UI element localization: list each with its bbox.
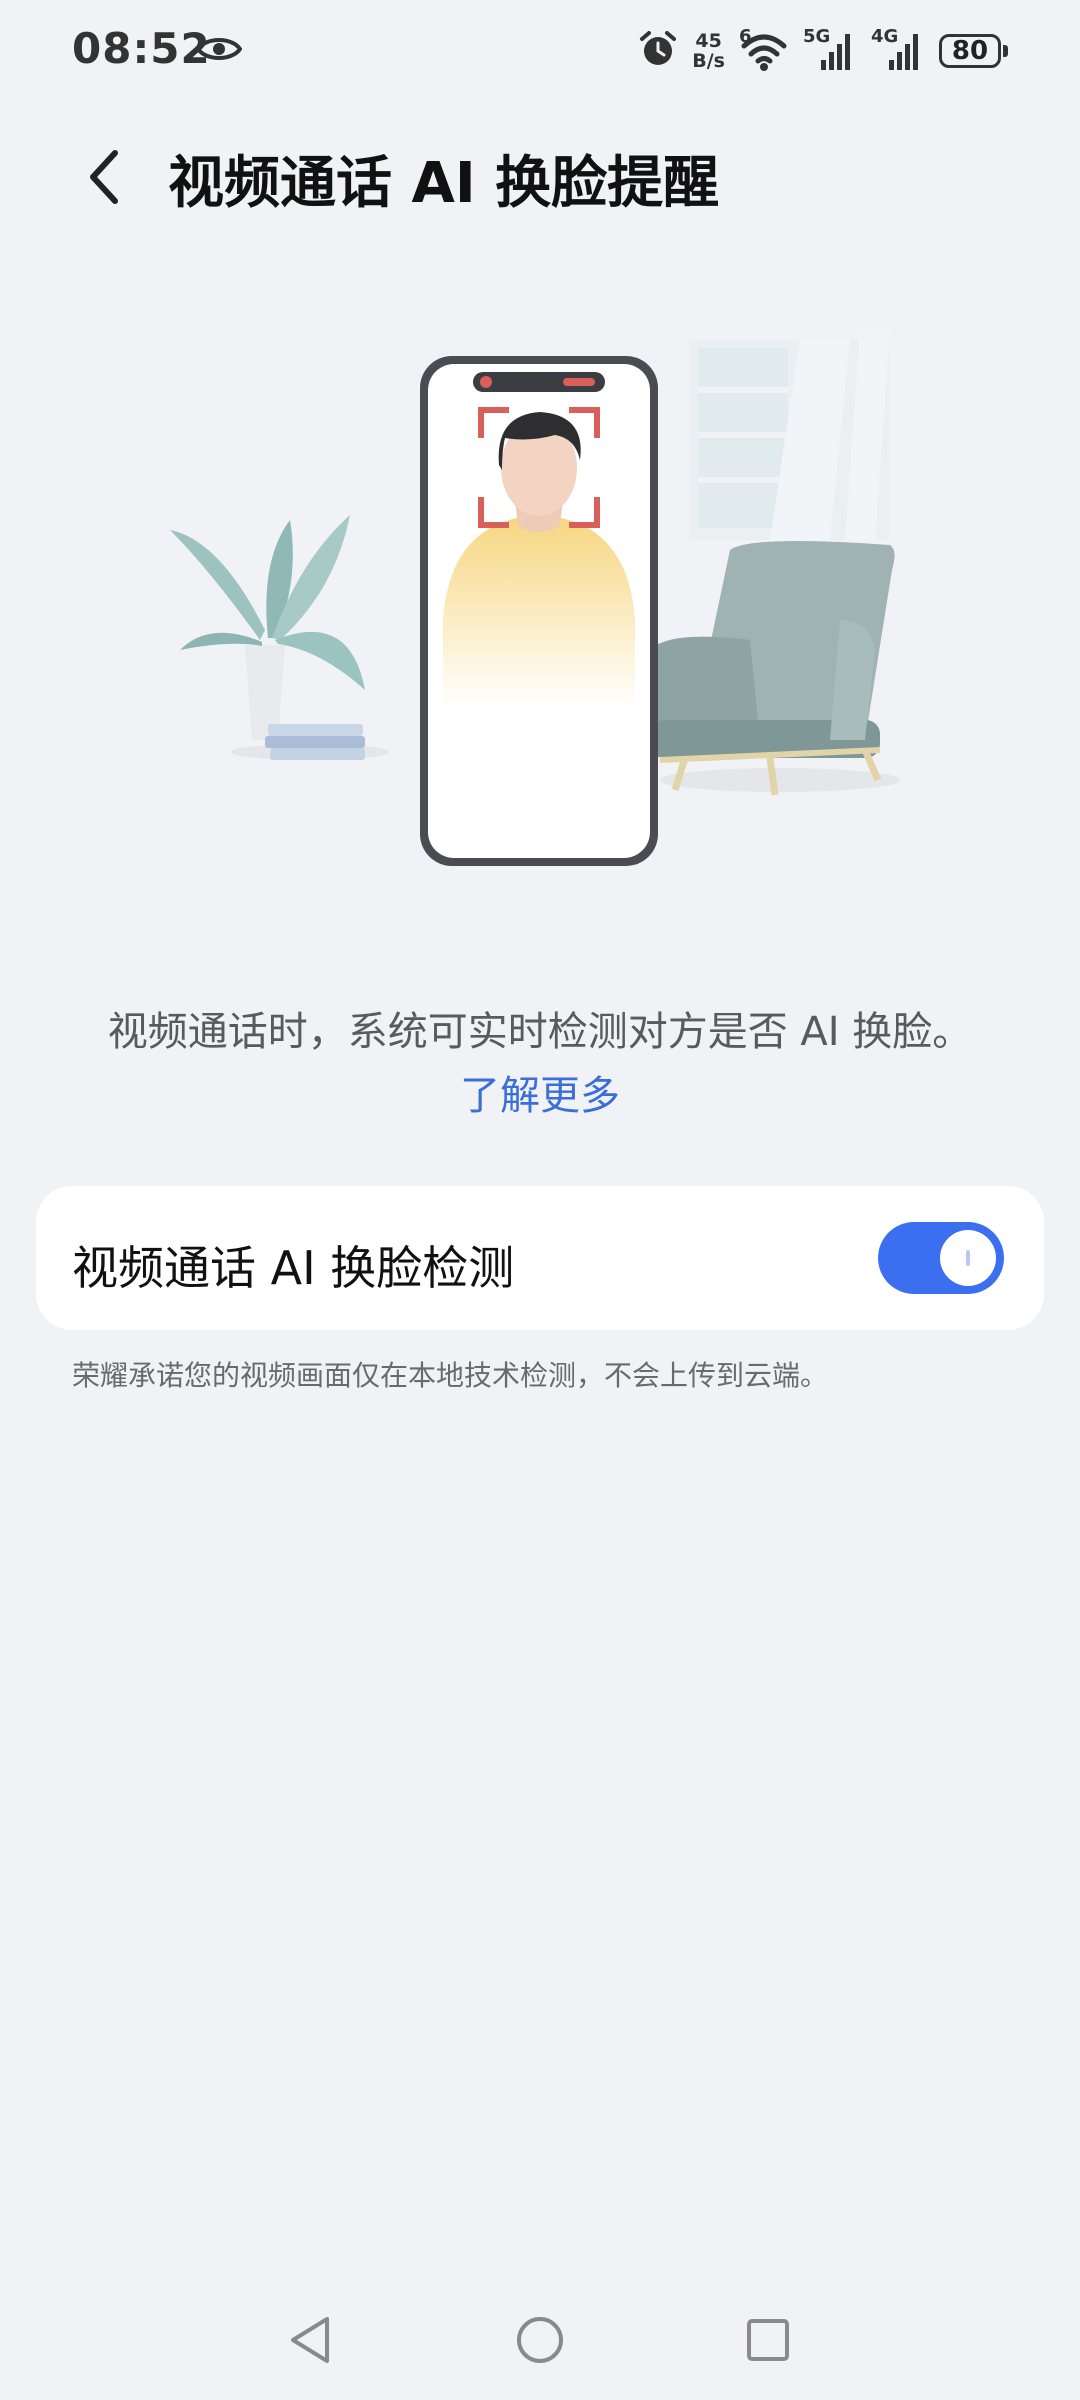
- nav-back-button[interactable]: [280, 2310, 340, 2370]
- page-title: 视频通话 AI 换脸提醒: [168, 151, 720, 216]
- battery-tip: [1003, 45, 1008, 57]
- toggle-knob: [940, 1230, 996, 1286]
- description-text: 视频通话时，系统可实时检测对方是否 AI 换脸。: [107, 1009, 973, 1055]
- back-arrow-icon: [90, 150, 118, 204]
- status-bar: 08:52 45 B/s 6 5G 4G 80: [0, 0, 1080, 100]
- window-illustration: [690, 330, 890, 540]
- back-button[interactable]: [70, 142, 140, 212]
- navigation-bar: [0, 2290, 1080, 2390]
- signal-5g-icon: 5G: [803, 26, 857, 72]
- privacy-note: 荣耀承诺您的视频画面仅在本地技术检测，不会上传到云端。: [72, 1359, 829, 1392]
- phone-illustration: [420, 356, 658, 866]
- toggle-mark: [966, 1250, 970, 1266]
- signal-4g-icon: 4G: [871, 26, 925, 72]
- plant-illustration: [170, 515, 390, 760]
- setting-card: 视频通话 AI 换脸检测: [36, 1186, 1044, 1330]
- wifi-icon: 6: [739, 26, 789, 72]
- ai-face-swap-detection-toggle[interactable]: [878, 1222, 1004, 1294]
- net-speed-unit: B/s: [692, 50, 725, 72]
- wifi-badge: 6: [739, 26, 752, 47]
- network-speed: 45 B/s: [692, 31, 725, 71]
- net-speed-value: 45: [695, 30, 722, 52]
- setting-label: 视频通话 AI 换脸检测: [72, 1241, 515, 1295]
- armchair-illustration: [650, 541, 900, 796]
- header: 视频通话 AI 换脸提醒: [0, 120, 1080, 230]
- battery-level: 80: [951, 36, 989, 66]
- battery-icon: 80: [939, 34, 1008, 68]
- status-icons: 45 B/s 6 5G 4G 80: [638, 24, 1008, 78]
- nav-home-icon: [517, 2317, 563, 2363]
- alarm-icon: [638, 29, 678, 73]
- learn-more-link[interactable]: 了解更多: [40, 1064, 1040, 1128]
- description: 视频通话时，系统可实时检测对方是否 AI 换脸。 了解更多: [40, 1000, 1040, 1128]
- eye-icon: [195, 34, 243, 68]
- nav-home-button[interactable]: [510, 2310, 570, 2370]
- face-detection-illustration: [170, 330, 900, 866]
- status-time: 08:52: [72, 24, 211, 73]
- nav-back-icon: [291, 2317, 329, 2363]
- battery-body: 80: [939, 34, 1001, 68]
- signal-5g-label: 5G: [803, 26, 831, 47]
- nav-recents-button[interactable]: [738, 2310, 798, 2370]
- nav-recents-icon: [747, 2319, 789, 2361]
- signal-4g-label: 4G: [871, 26, 899, 47]
